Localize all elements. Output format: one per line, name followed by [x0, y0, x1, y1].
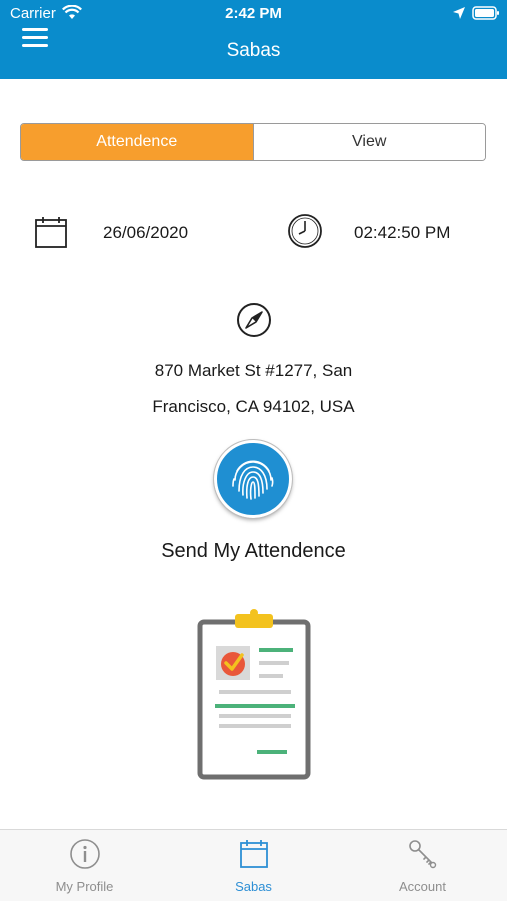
status-time: 2:42 PM	[225, 5, 282, 22]
info-icon	[69, 839, 100, 869]
tab-account[interactable]: Account	[338, 830, 507, 901]
location-arrow-icon	[453, 7, 465, 19]
tab-sabas[interactable]: Sabas	[169, 830, 338, 901]
tab-my-profile[interactable]: My Profile	[0, 830, 169, 901]
tab-view[interactable]: View	[252, 124, 485, 160]
tab-label-my-profile: My Profile	[55, 879, 114, 894]
clock-icon	[288, 214, 322, 248]
calendar-icon	[35, 217, 67, 248]
send-attendance-button[interactable]	[213, 439, 293, 519]
tab-attendance[interactable]: Attendence	[21, 124, 253, 160]
address-line-2: Francisco, CA 94102, USA	[152, 397, 355, 416]
send-attendance-label: Send My Attendence	[161, 540, 346, 562]
fingerprint-icon	[232, 460, 274, 500]
status-bar: Carrier 2:42 PM	[0, 0, 507, 28]
address-line-1: 870 Market St #1277, San	[154, 361, 353, 380]
compass-icon	[237, 303, 271, 337]
tab-label-account: Account	[399, 879, 446, 894]
key-icon	[408, 840, 436, 869]
attendance-time: 02:42:50 PM	[354, 223, 451, 242]
page-title: Sabas	[226, 40, 281, 61]
segmented-control: Attendence View	[20, 123, 486, 161]
tab-label-sabas: Sabas	[235, 879, 272, 894]
battery-icon	[472, 6, 499, 20]
bottom-tab-bar: My Profile Sabas Account	[0, 829, 507, 901]
clipboard-illustration	[197, 609, 311, 780]
calendar-icon	[239, 840, 268, 868]
app-header: Carrier 2:42 PM Sabas	[0, 0, 507, 79]
attendance-date: 26/06/2020	[103, 223, 189, 242]
address-text: 870 Market St #1277, San Francisco, CA 9…	[0, 353, 507, 425]
